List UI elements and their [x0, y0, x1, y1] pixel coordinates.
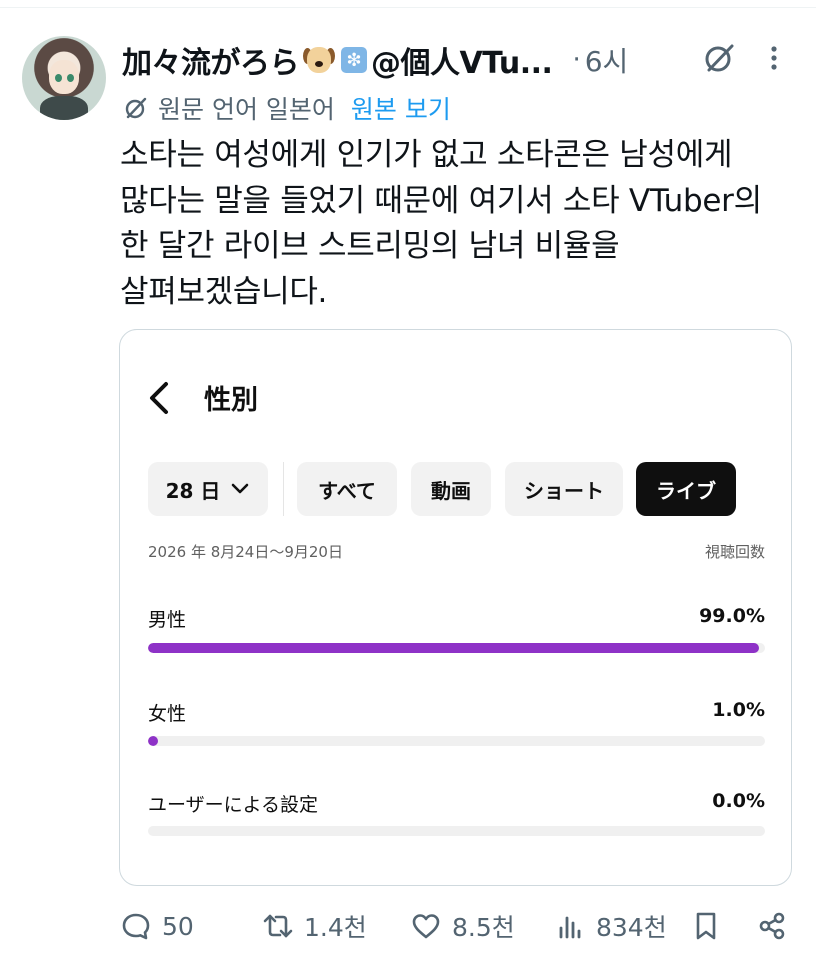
post-text-line: 많다는 말을 들었기 때문에 여기서 소타 VTuber의 — [120, 182, 762, 219]
separator-dot: · — [572, 45, 581, 75]
row-value-user-defined: 0.0% — [712, 790, 765, 812]
bookmark-button[interactable] — [690, 902, 722, 950]
display-name[interactable]: 加々流がろら — [122, 38, 300, 82]
like-button[interactable]: 8.5천 — [410, 902, 515, 950]
row-label-user-defined: ユーザーによる設定 — [148, 794, 319, 816]
reply-icon — [122, 913, 150, 940]
views-icon — [559, 916, 581, 939]
period-dropdown: 28 日 — [148, 462, 268, 516]
share-icon — [759, 912, 785, 940]
row-value-female: 1.0% — [712, 699, 765, 721]
post-text-line: 소타는 여성에게 인기가 없고 소타콘은 남성에게 — [120, 137, 733, 173]
chip-shorts: ショート — [505, 462, 623, 516]
attached-image[interactable]: 性別 28 日 すべて 動画 ショート ライブ 2026 年 8月24日〜9月2… — [119, 329, 792, 886]
back-arrow-icon — [150, 382, 168, 414]
date-range: 2026 年 8月24日〜9月20日 — [148, 543, 343, 561]
like-count: 8.5천 — [452, 913, 515, 942]
show-original-link[interactable]: 원본 보기 — [351, 90, 451, 126]
reply-count: 50 — [162, 911, 194, 941]
dog-face-emoji-icon — [303, 45, 335, 75]
post-text-line: 한 달간 라이브 스트리밍의 남녀 비율을 — [120, 228, 620, 264]
user-handle[interactable]: @個人VTu... — [371, 38, 553, 82]
row-label-female: 女性 — [148, 703, 187, 725]
post-header: 加々流がろら ❇ @個人VTu... · 6시 — [122, 38, 628, 82]
grok-icon[interactable] — [701, 40, 737, 76]
view-count: 834천 — [596, 913, 667, 942]
share-button[interactable] — [756, 902, 788, 950]
chip-videos: 動画 — [411, 462, 491, 516]
more-options-icon[interactable] — [764, 40, 784, 76]
repost-icon — [263, 914, 293, 938]
bar-track-user-defined — [148, 826, 765, 836]
repost-button[interactable]: 1.4천 — [262, 902, 367, 950]
like-icon — [412, 914, 440, 939]
post-time[interactable]: 6시 — [585, 40, 629, 80]
period-label: 28 日 — [165, 478, 221, 503]
views-button[interactable]: 834천 — [554, 902, 667, 950]
top-divider — [0, 7, 816, 8]
avatar[interactable] — [22, 36, 106, 120]
translation-source-text: 원문 언어 일본어 — [158, 95, 335, 124]
post-text-line: 살펴보겠습니다. — [120, 273, 328, 310]
action-bar: 50 1.4천 8.5천 834천 — [0, 902, 816, 950]
row-value-male: 99.0% — [699, 605, 765, 627]
chevron-down-icon — [232, 483, 249, 494]
sparkle-emoji-icon: ❇ — [341, 47, 367, 73]
post-text: 소타는 여성에게 인기가 없고 소타콘은 남성에게 많다는 말을 들었기 때문에… — [120, 133, 790, 315]
chip-all: すべて — [297, 462, 397, 516]
translate-icon — [125, 97, 147, 119]
translation-notice: 원문 언어 일본어 원본 보기 — [122, 90, 451, 126]
bar-fill-female — [148, 736, 158, 746]
bar-track-female — [148, 736, 765, 746]
bar-track-male — [148, 643, 765, 653]
chip-live-active: ライブ — [636, 462, 736, 516]
row-label-male: 男性 — [148, 609, 187, 631]
screen-title: 性別 — [204, 385, 258, 416]
repost-count: 1.4천 — [304, 913, 367, 942]
bookmark-icon — [696, 912, 716, 940]
metric-label: 視聴回数 — [704, 543, 765, 561]
chip-divider — [283, 462, 284, 516]
bar-fill-male — [148, 643, 759, 653]
reply-button[interactable]: 50 — [120, 902, 194, 950]
